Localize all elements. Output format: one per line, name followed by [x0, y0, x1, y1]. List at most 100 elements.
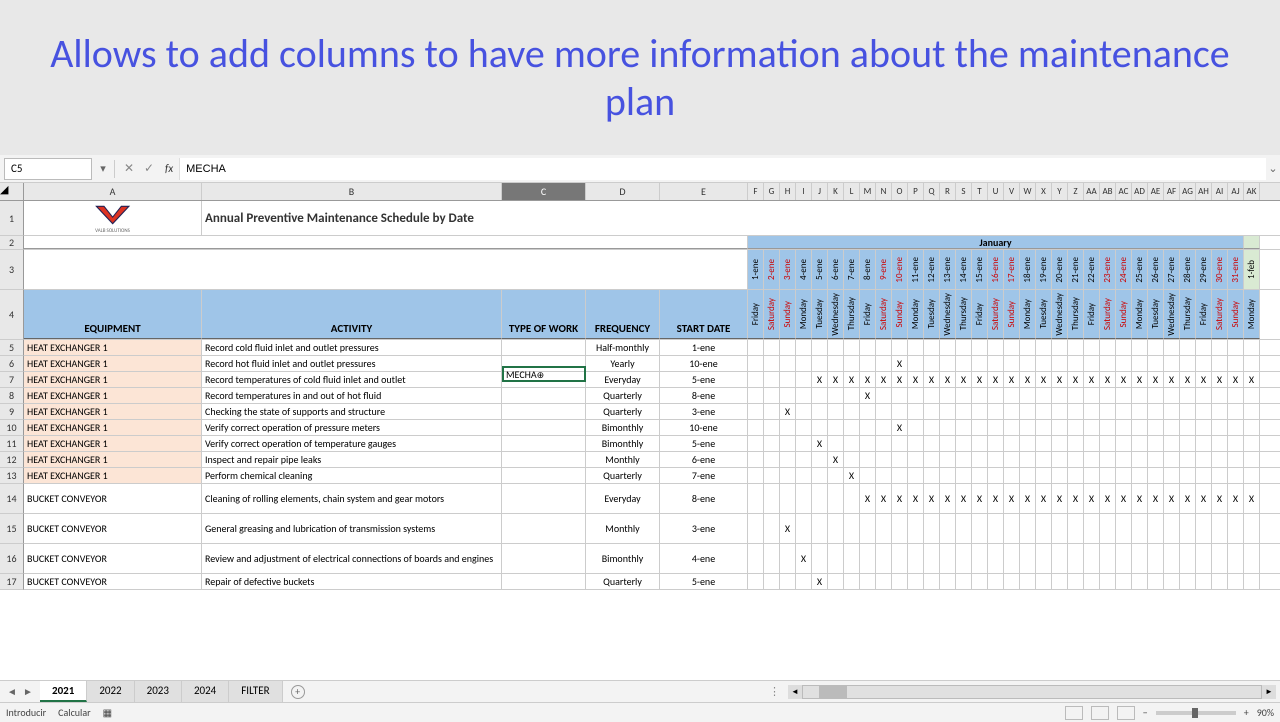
- cell-day[interactable]: [1164, 340, 1180, 355]
- cell-day[interactable]: [812, 468, 828, 483]
- cell-day[interactable]: [1084, 574, 1100, 589]
- cell-day[interactable]: [764, 544, 780, 573]
- cell-frequency[interactable]: Bimonthly: [586, 420, 660, 435]
- cell-day[interactable]: X: [828, 452, 844, 467]
- cell-type[interactable]: [502, 514, 586, 543]
- cell-day[interactable]: X: [1228, 484, 1244, 513]
- cell-day[interactable]: [780, 484, 796, 513]
- cell-frequency[interactable]: Everyday: [586, 484, 660, 513]
- cell-day[interactable]: [1212, 452, 1228, 467]
- cell-day[interactable]: X: [1004, 484, 1020, 513]
- cell-day[interactable]: [988, 574, 1004, 589]
- row-headers[interactable]: 1234567891011121314151617: [0, 201, 24, 590]
- cell-day[interactable]: [1244, 356, 1260, 371]
- cell-day[interactable]: [1052, 544, 1068, 573]
- cell-activity[interactable]: Review and adjustment of electrical conn…: [202, 544, 502, 573]
- cell-day[interactable]: [1116, 340, 1132, 355]
- cell-day[interactable]: X: [1052, 484, 1068, 513]
- cell-day[interactable]: [1196, 514, 1212, 543]
- row-header[interactable]: 9: [0, 404, 24, 420]
- row-header[interactable]: 1: [0, 201, 24, 236]
- col-header[interactable]: AH: [1196, 183, 1212, 200]
- cell-day[interactable]: [1148, 574, 1164, 589]
- cell-day[interactable]: [908, 452, 924, 467]
- cell-day[interactable]: [1164, 452, 1180, 467]
- cell-activity[interactable]: Checking the state of supports and struc…: [202, 404, 502, 419]
- cell-day[interactable]: [796, 468, 812, 483]
- cell-day[interactable]: [876, 514, 892, 543]
- sheet-tab[interactable]: FILTER: [229, 681, 282, 702]
- cell-startdate[interactable]: 10-ene: [660, 356, 748, 371]
- cell-day[interactable]: [860, 452, 876, 467]
- cell-day[interactable]: [956, 436, 972, 451]
- cell-day[interactable]: [1180, 574, 1196, 589]
- cell-startdate[interactable]: 3-ene: [660, 404, 748, 419]
- cell-day[interactable]: [908, 404, 924, 419]
- cell-day[interactable]: [972, 420, 988, 435]
- cell-day[interactable]: [876, 544, 892, 573]
- cell-day[interactable]: [1196, 452, 1212, 467]
- cell-day[interactable]: [1116, 436, 1132, 451]
- cell-day[interactable]: [812, 484, 828, 513]
- col-header[interactable]: I: [796, 183, 812, 200]
- cell-day[interactable]: [1068, 452, 1084, 467]
- cell-day[interactable]: [1020, 514, 1036, 543]
- col-header[interactable]: W: [1020, 183, 1036, 200]
- cell-startdate[interactable]: 8-ene: [660, 388, 748, 403]
- cell-day[interactable]: [1052, 468, 1068, 483]
- cell-day[interactable]: [988, 468, 1004, 483]
- cell-day[interactable]: [892, 544, 908, 573]
- cell-day[interactable]: [1148, 340, 1164, 355]
- cell-day[interactable]: [1052, 404, 1068, 419]
- cell-equipment[interactable]: HEAT EXCHANGER 1: [24, 436, 202, 451]
- cell-day[interactable]: [1068, 420, 1084, 435]
- column-headers[interactable]: ◢ ABCDEFGHIJKLMNOPQRSTUVWXYZAAABACADAEAF…: [0, 183, 1280, 201]
- cell-day[interactable]: [860, 514, 876, 543]
- col-header[interactable]: N: [876, 183, 892, 200]
- cell-day[interactable]: [1228, 436, 1244, 451]
- cell-day[interactable]: [1228, 420, 1244, 435]
- cell-day[interactable]: [1196, 340, 1212, 355]
- cell-day[interactable]: [844, 514, 860, 543]
- cell-day[interactable]: [940, 388, 956, 403]
- cell-equipment[interactable]: BUCKET CONVEYOR: [24, 514, 202, 543]
- cell-day[interactable]: [748, 356, 764, 371]
- cell-day[interactable]: [924, 452, 940, 467]
- cell-day[interactable]: [844, 356, 860, 371]
- hscroll-left-icon[interactable]: ◄: [788, 685, 802, 699]
- formula-expand-icon[interactable]: ⌄: [1266, 162, 1280, 175]
- col-header[interactable]: X: [1036, 183, 1052, 200]
- cell-day[interactable]: [780, 356, 796, 371]
- row-header[interactable]: 11: [0, 436, 24, 452]
- cell-day[interactable]: [1196, 574, 1212, 589]
- col-header[interactable]: B: [202, 183, 502, 200]
- cell-day[interactable]: [908, 436, 924, 451]
- cell-day[interactable]: [1148, 356, 1164, 371]
- cell-day[interactable]: [1212, 388, 1228, 403]
- cell-day[interactable]: [828, 574, 844, 589]
- tab-nav-next-icon[interactable]: ►: [20, 685, 36, 698]
- cell-activity[interactable]: Record temperatures of cold fluid inlet …: [202, 372, 502, 387]
- cell-day[interactable]: [1068, 514, 1084, 543]
- cell-day[interactable]: [956, 574, 972, 589]
- sheet-tab[interactable]: 2021: [40, 681, 87, 702]
- cell-day[interactable]: [972, 340, 988, 355]
- cell-day[interactable]: [876, 436, 892, 451]
- cell-day[interactable]: [764, 420, 780, 435]
- col-header[interactable]: J: [812, 183, 828, 200]
- cell-day[interactable]: [796, 484, 812, 513]
- cell-day[interactable]: [892, 574, 908, 589]
- cell-day[interactable]: [1244, 544, 1260, 573]
- row-header[interactable]: 10: [0, 420, 24, 436]
- view-page-break-button[interactable]: [1117, 706, 1135, 720]
- cell-day[interactable]: [1132, 544, 1148, 573]
- cell-day[interactable]: [1228, 340, 1244, 355]
- cell-day[interactable]: [876, 452, 892, 467]
- formula-cancel-icon[interactable]: ✕: [119, 161, 139, 176]
- cell-day[interactable]: [1052, 356, 1068, 371]
- cell-day[interactable]: [1244, 574, 1260, 589]
- cell-day[interactable]: [1004, 468, 1020, 483]
- cell-day[interactable]: X: [1004, 372, 1020, 387]
- cell-equipment[interactable]: HEAT EXCHANGER 1: [24, 452, 202, 467]
- cell-frequency[interactable]: Bimonthly: [586, 436, 660, 451]
